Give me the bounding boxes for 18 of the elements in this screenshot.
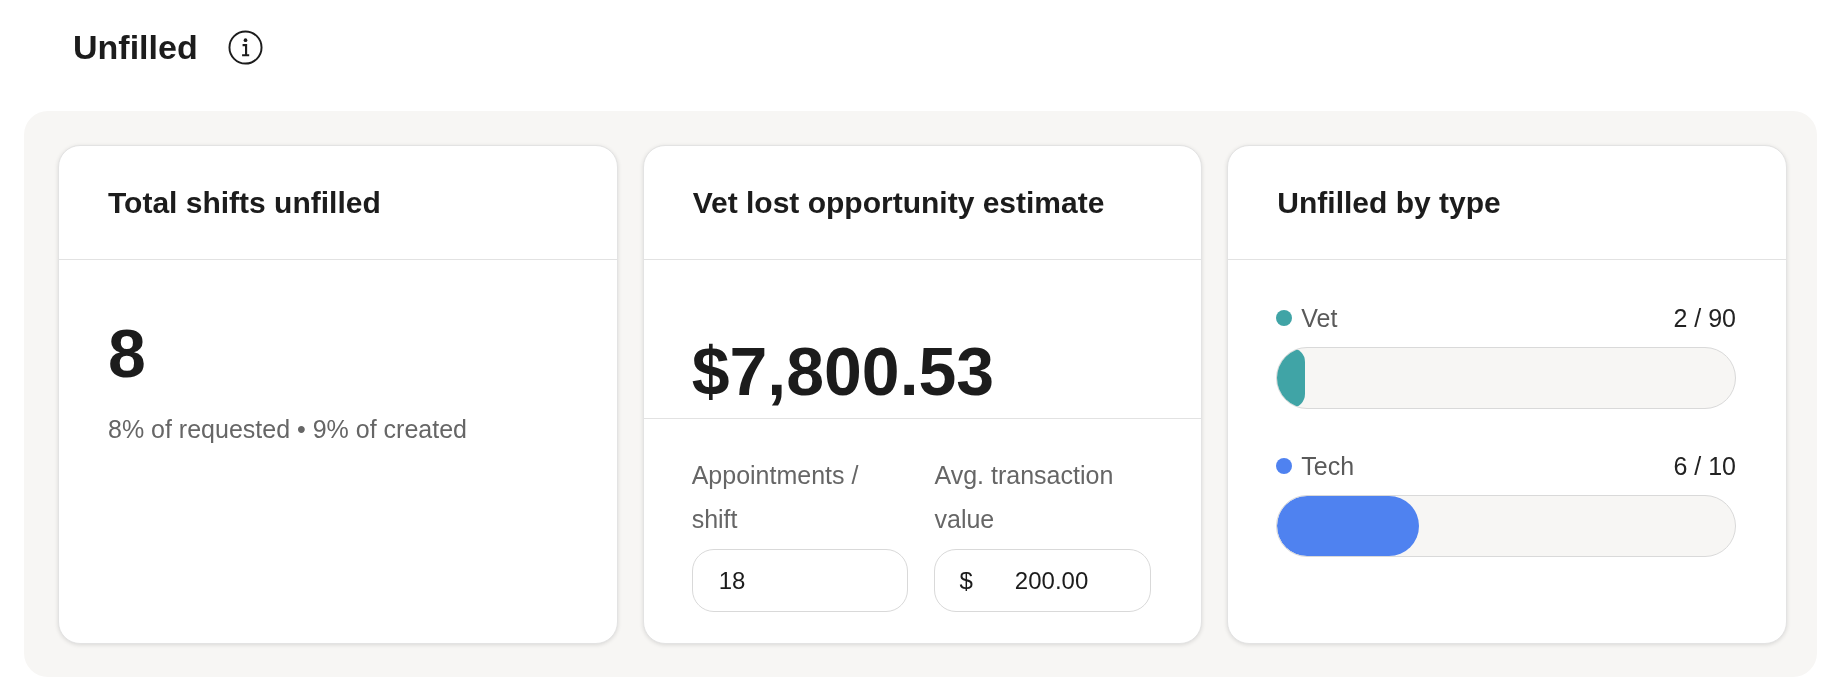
currency-prefix: $	[959, 565, 973, 596]
card-title: Unfilled by type	[1277, 184, 1501, 221]
card-title: Vet lost opportunity estimate	[692, 184, 1105, 221]
stat-value: 8	[108, 319, 146, 387]
type-name: Tech	[1301, 451, 1355, 482]
stat-subtitle: 8% of requested • 9% of created	[108, 414, 467, 445]
input-field[interactable]: $ 200.00	[934, 549, 1152, 612]
type-name: Vet	[1301, 303, 1338, 334]
field-label: Avg. transaction value	[934, 460, 1115, 535]
field-value: 200.00	[1014, 565, 1089, 596]
field-label: Appointments / shift	[691, 460, 860, 535]
input-field[interactable]: 18	[691, 549, 909, 612]
type-count: 2 / 90	[1673, 303, 1736, 334]
type-count: 6 / 10	[1673, 451, 1736, 482]
section-title: Unfilled	[73, 27, 198, 67]
info-icon[interactable]	[227, 29, 263, 65]
estimate-amount: $7,800.53	[691, 337, 995, 405]
card-title: Total shifts unfilled	[108, 184, 381, 221]
